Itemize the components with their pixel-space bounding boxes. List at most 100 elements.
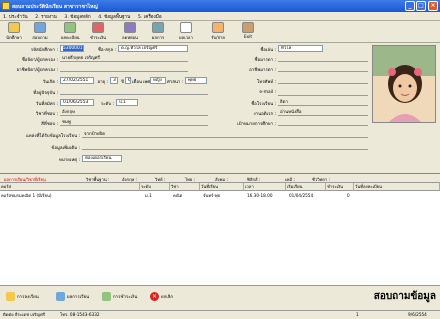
cell-start: 01/04/2554 [289,193,314,198]
toolbar-result-button[interactable]: ผลการ [146,22,170,42]
enroll-field[interactable]: 01/06/2553 [60,99,94,106]
cell-regdate [356,192,440,199]
close-button[interactable]: × [428,1,438,11]
page-heading: สอบถามข้อมูล [373,291,436,302]
month-field[interactable]: 6 [125,77,131,84]
father-field[interactable]: นายธีรยุทธ เจริญศรี [60,55,188,62]
email-field[interactable] [278,89,368,96]
results-icon [56,292,65,301]
age-unit: ปี [121,80,124,85]
filter-title: ผลการเรียน/วิชาที่เรียน [4,177,46,182]
register-icon [64,22,76,33]
column-header-start[interactable]: เริ่มเรียน [286,183,326,191]
cancel-button[interactable]: × ยกเลิก [150,292,173,304]
hobby-field[interactable]: อ่านหนังสือ [278,109,368,116]
birth-field[interactable]: 27/02/2551 [60,77,94,84]
filter-biology[interactable]: ชีววิทยา : [312,176,330,183]
father-job-label: อาชีพบิดา/ผู้ปกครอง : [16,68,58,73]
nickname-field[interactable]: ทิวไล [278,45,323,52]
age-field[interactable]: 3 [110,77,118,84]
menu-tools[interactable]: 5. เครื่องมือ [138,15,162,20]
column-header-day[interactable]: วันที่เรียน [200,183,244,191]
cash-icon [212,22,224,33]
color-label: สีที่ชอบ : [41,122,58,127]
religion-field[interactable]: พุทธ [185,77,207,84]
filter-science[interactable]: วิทย์ : [155,176,165,183]
mother-field[interactable] [278,55,368,62]
filter-thai[interactable]: ไทย : [185,176,195,183]
note-label: ข้อมูลเพิ่มเติม : [51,146,80,151]
enrollment-button[interactable]: การลงเรียน [6,292,39,304]
column-header-time[interactable]: เวลา [244,183,286,191]
calendar-icon [180,22,192,33]
toolbar-payment-button[interactable]: ชำระเงิน [86,22,110,42]
age-label: อายุ : [97,80,108,85]
column-header-subject[interactable]: วิชา [170,183,200,191]
menu-report[interactable]: 2. รายงาน [35,15,57,20]
app-icon [2,2,10,10]
toolbar-exit-button[interactable]: Exit [236,22,260,42]
exit-door-icon [242,22,254,33]
column-header-level[interactable]: ระดับ [140,183,170,191]
maximize-button[interactable]: □ [416,1,426,11]
payment-icon [102,292,111,301]
menu-master[interactable]: 3. ข้อมูลหลัก [64,15,90,20]
goal-field[interactable] [278,119,368,126]
birth-label: วันเกิด : [42,80,58,85]
toolbar-register-button[interactable]: ลงทะเบียน [58,22,82,42]
column-header-course[interactable]: คอร์ส [0,183,140,191]
filter-basic[interactable]: วิชาพื้นฐาน : [86,176,109,183]
filter-physics[interactable]: ฟิสิกส์ : [247,176,260,183]
status-phone: โทร. 08-1543-6332 [60,312,100,317]
result-icon [152,22,164,33]
remark-field[interactable]: ห้องเดอร์เรียน [82,155,122,162]
toolbar-student-button[interactable]: นักศึกษา [2,22,26,42]
toolbar-discount-button[interactable]: ลดหย่อน [118,22,142,42]
toolbar-cash-button[interactable]: รับ/จ่าย [206,22,230,42]
name-field[interactable]: ด.ญ.ทิวไล เจริญศรี [118,45,188,52]
menu-base[interactable]: 4. ข้อมูลพื้นฐาน [98,15,130,20]
father-label: ชื่อบิดา/ผู้ปกครอง : [21,58,58,63]
toolbar-inquiry-button[interactable]: สอบถาม [28,22,52,42]
remark-label: หมายเหตุ : [59,158,80,163]
status-contact: ติดต่อ ธีระเดช เจริญศรี [3,312,45,317]
bottom-bar: การลงเรียน ผลการเรียน การชำระเงิน × ยกเลิ… [0,285,440,310]
color-field[interactable]: ชมพู [60,119,208,126]
level-label: ระดับ : [100,102,114,107]
cancel-icon: × [150,292,159,301]
mother-job-field[interactable] [278,65,368,72]
filter-social[interactable]: สังคม : [215,176,228,183]
enroll-label: วันที่สมัคร : [35,102,58,107]
student-icon [8,22,20,33]
toolbar: นักศึกษา สอบถาม ลงทะเบียน ชำระเงิน ลดหย่… [0,21,440,43]
filter-row: ผลการเรียน/วิชาที่เรียน วิชาพื้นฐาน : อั… [0,174,440,183]
hobby-label: งานอดิเรก : [253,112,277,117]
cell-subject: คณิต [173,193,183,198]
address-field[interactable] [60,88,208,95]
father-job-field[interactable] [60,65,188,72]
note-field[interactable] [82,143,368,150]
results-button[interactable]: ผลการเรียน [56,292,89,304]
column-header-paid[interactable]: ชำระเงิน [326,183,354,191]
school-field[interactable]: ธิดา [278,99,368,106]
source-field[interactable]: จากป้ายปิด [82,131,368,138]
sex-field[interactable]: หญิง [150,77,166,84]
toolbar-time-button[interactable]: ผลเวลา [174,22,198,42]
student-id-field[interactable]: 5300001 [63,46,83,51]
month-label: เดือน [132,80,142,85]
filter-chemistry[interactable]: เคมี : [285,176,295,183]
cell-paid: 0 [347,193,350,198]
mother-label: ชื่อมารดา : [254,58,276,63]
phone-field[interactable] [278,77,368,84]
payments-button[interactable]: การชำระเงิน [102,292,137,304]
email-label: e-mail : [259,90,276,95]
mother-job-label: อาชีพมารดา : [249,68,276,73]
level-field[interactable]: ป.1 [116,99,138,106]
child-portrait-image [373,46,435,122]
cell-time: 16.30-18.00 [247,193,273,198]
column-header-regdate[interactable]: วันที่ลงทะเบียน [354,183,440,191]
menu-daily[interactable]: 1. ประจำวัน [3,15,28,20]
filter-english[interactable]: อังกฤษ : [122,176,137,183]
subject-field[interactable]: อังกฤษ [60,109,208,116]
minimize-button[interactable]: _ [405,1,415,11]
